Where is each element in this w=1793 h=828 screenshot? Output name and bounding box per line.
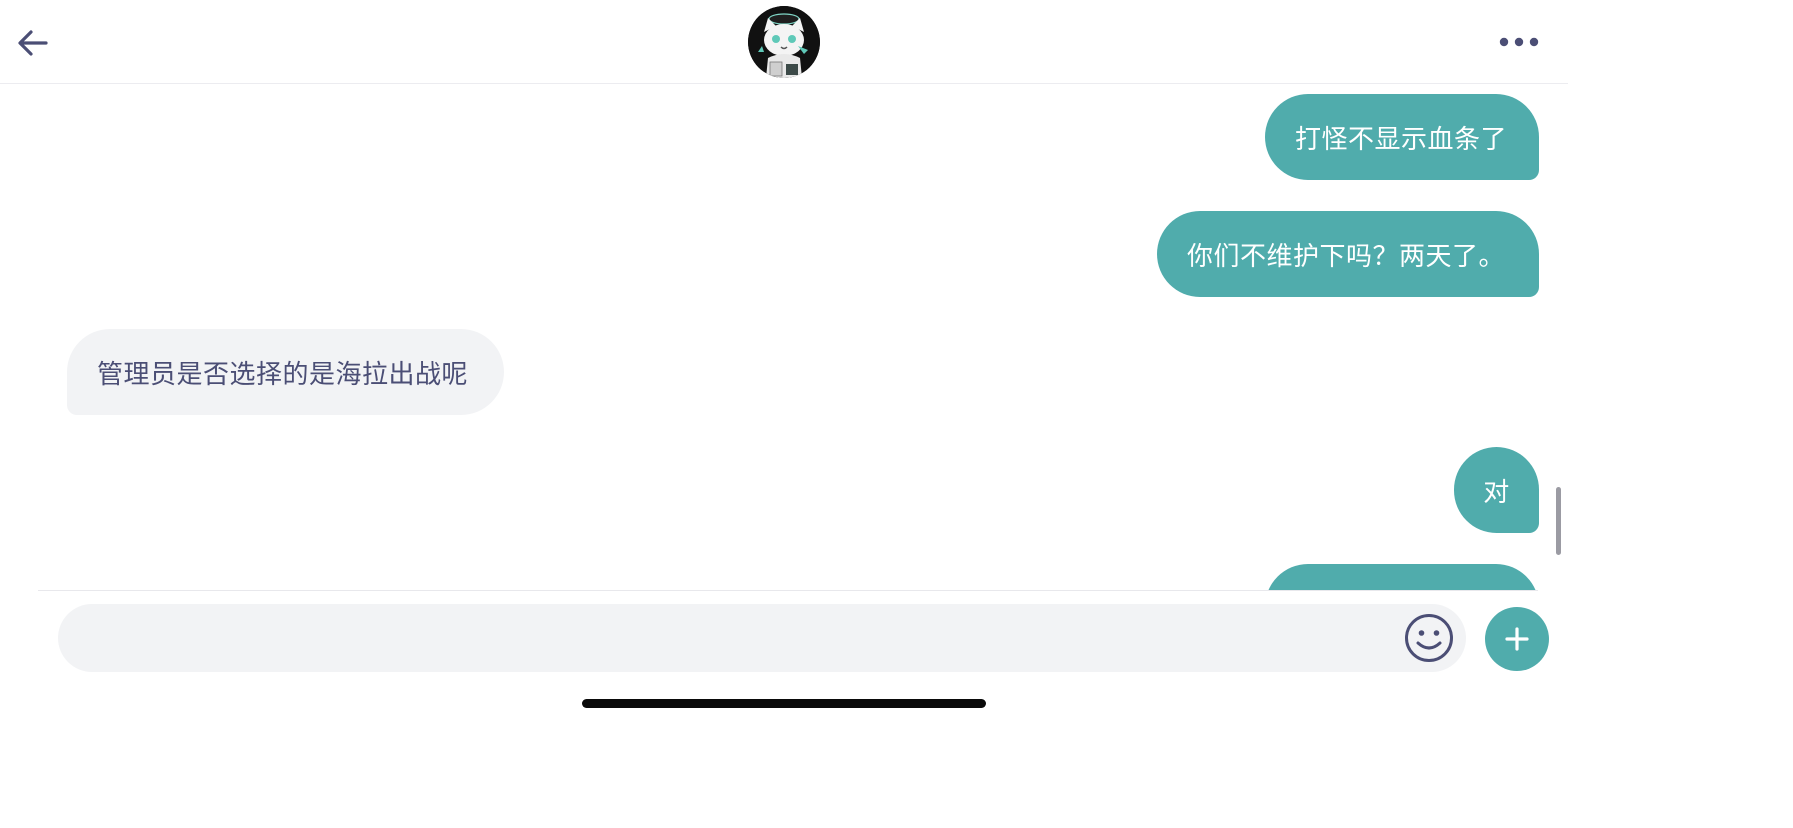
emoji-button[interactable] [1404,613,1454,663]
message-input[interactable] [88,604,1392,674]
more-horizontal-icon [1499,37,1539,47]
outgoing-message: 对 [1454,447,1539,533]
contact-avatar[interactable] [748,6,820,78]
back-button[interactable] [14,24,52,62]
scrollbar-thumb[interactable] [1556,487,1561,555]
incoming-message: 管理员是否选择的是海拉出战呢 [67,329,504,415]
message-input-bar [58,604,1466,674]
chat-header [0,0,1568,84]
outgoing-message: 你们不维护下吗？两天了。 [1157,211,1539,297]
arrow-left-icon [18,30,48,56]
plus-icon [1505,627,1529,651]
more-options-button[interactable] [1494,27,1544,57]
smiley-icon [1405,614,1453,662]
outgoing-message: 打怪不显示血条了 [1265,94,1539,180]
add-attachment-button[interactable] [1485,607,1549,671]
cat-avatar-icon [748,6,820,78]
home-indicator[interactable] [582,699,986,708]
message-list[interactable]: 打怪不显示血条了 你们不维护下吗？两天了。 管理员是否选择的是海拉出战呢 对 [0,84,1568,590]
composer-divider [38,590,1538,591]
outgoing-message [1265,564,1539,590]
